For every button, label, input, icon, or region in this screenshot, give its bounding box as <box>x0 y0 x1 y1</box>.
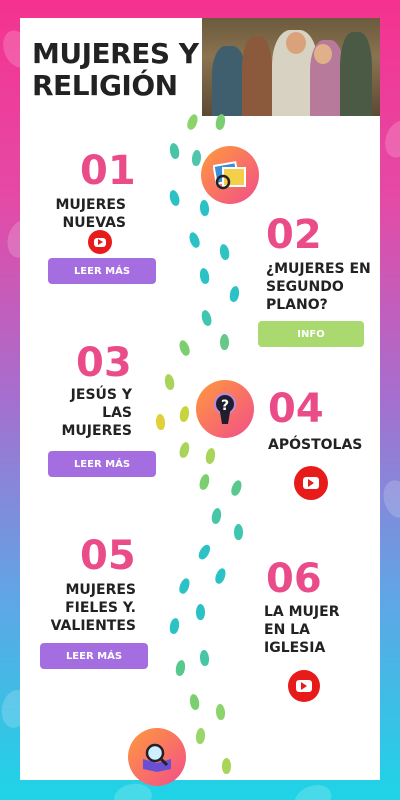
section-05-number: 05 <box>80 533 136 579</box>
content-card: MUJERES Y RELIGIÓN 01 MUJERES NUEVAS LEE… <box>20 18 380 786</box>
section-01-number: 01 <box>80 148 136 194</box>
youtube-icon[interactable] <box>288 670 320 702</box>
youtube-icon[interactable] <box>294 466 328 500</box>
background-footprint <box>379 477 400 521</box>
section-01-read-more-button[interactable]: LEER MÁS <box>48 258 156 284</box>
section-02-label: ¿MUJERES EN SEGUNDO PLANO? <box>266 261 371 313</box>
section-04-number: 04 <box>268 386 324 432</box>
section-02-number: 02 <box>266 212 322 258</box>
section-06-number: 06 <box>266 556 322 602</box>
background-footprint <box>290 780 336 800</box>
section-06-label: LA MUJER EN LA IGLESIA <box>264 604 340 656</box>
background-footprint <box>380 116 400 162</box>
section-03-number: 03 <box>76 340 132 386</box>
section-01-label: MUJERES NUEVAS <box>55 197 127 231</box>
photo-gallery-icon <box>201 146 259 204</box>
section-05-read-more-button[interactable]: LEER MÁS <box>40 643 148 669</box>
section-03-read-more-button[interactable]: LEER MÁS <box>48 451 156 477</box>
magnifier-book-icon <box>128 728 186 786</box>
youtube-icon[interactable] <box>88 230 112 254</box>
page-title: MUJERES Y RELIGIÓN <box>32 37 199 102</box>
section-03-label: JESÚS Y LAS MUJERES <box>61 387 133 439</box>
section-04-label: APÓSTOLAS <box>268 437 363 453</box>
infographic-page: { "title": "MUJERES Y RELIGIÓN", "sectio… <box>0 0 400 800</box>
keyhole-icon: ? <box>196 380 254 438</box>
svg-text:?: ? <box>221 398 229 414</box>
section-05-label: MUJERES FIELES Y. VALIENTES <box>50 582 136 634</box>
hero-image <box>202 18 380 116</box>
section-02-info-button[interactable]: INFO <box>258 321 364 347</box>
